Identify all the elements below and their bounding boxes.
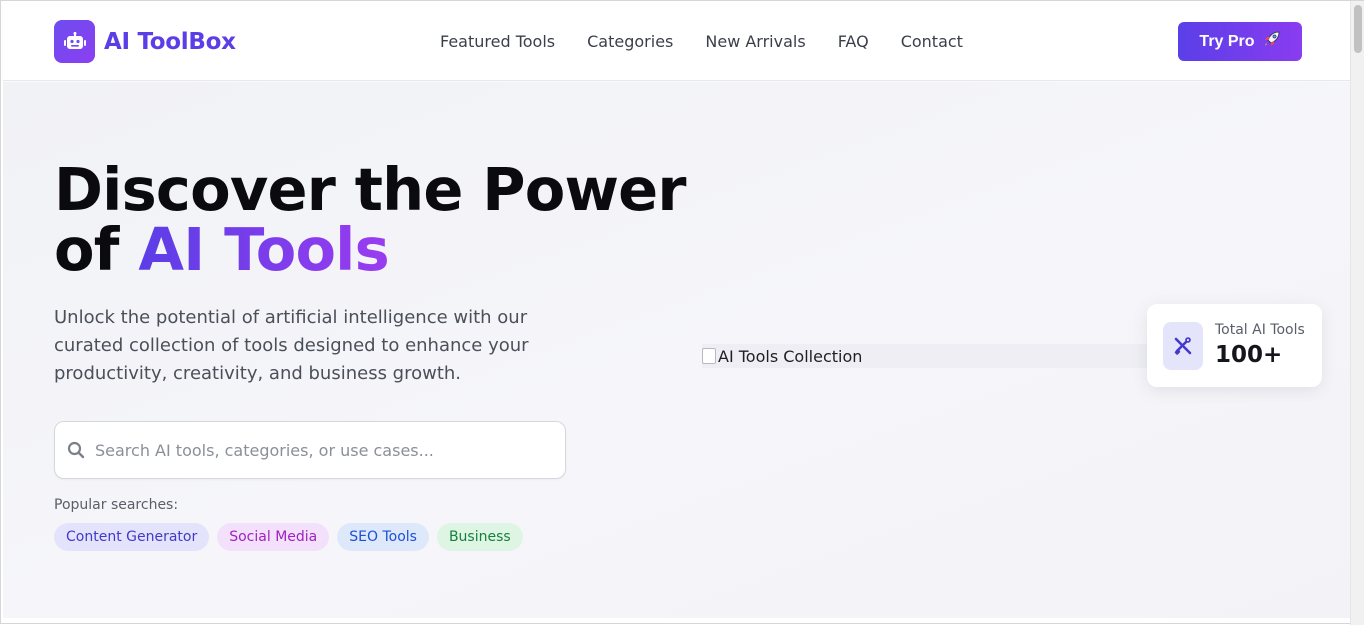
hero-section: Discover the Power of AI Tools Unlock th… (3, 82, 1351, 618)
site-header: AI ToolBox Featured Tools Categories New… (3, 3, 1351, 81)
scrollbar-thumb[interactable] (1354, 5, 1362, 53)
hero-title: Discover the Power of AI Tools (54, 160, 694, 280)
main-nav: Featured Tools Categories New Arrivals F… (440, 32, 963, 51)
stat-card: Total AI Tools 100+ (1147, 304, 1322, 387)
nav-faq[interactable]: FAQ (838, 32, 869, 51)
nav-categories[interactable]: Categories (587, 32, 673, 51)
chip-social-media[interactable]: Social Media (217, 523, 330, 551)
nav-new-arrivals[interactable]: New Arrivals (705, 32, 805, 51)
search-icon (67, 441, 85, 459)
browser-viewport: AI ToolBox Featured Tools Categories New… (0, 0, 1364, 625)
nav-featured-tools[interactable]: Featured Tools (440, 32, 555, 51)
try-pro-label: Try Pro (1199, 32, 1255, 50)
hero-title-line1: Discover the Power (54, 155, 687, 224)
search-box (54, 421, 566, 479)
brand-logo[interactable]: AI ToolBox (54, 20, 236, 63)
hero-image: AI Tools Collection (702, 344, 1162, 368)
try-pro-button[interactable]: Try Pro (1178, 22, 1302, 61)
search-input[interactable] (95, 440, 565, 460)
chip-content-generator[interactable]: Content Generator (54, 523, 210, 551)
nav-contact[interactable]: Contact (901, 32, 963, 51)
popular-search-chips: Content Generator Social Media SEO Tools… (54, 523, 523, 551)
page-scrollbar[interactable] (1350, 1, 1364, 625)
popular-searches-label: Popular searches: (54, 497, 179, 513)
brand-name: AI ToolBox (104, 28, 236, 55)
tools-icon (1163, 322, 1203, 370)
chip-business[interactable]: Business (436, 523, 523, 551)
chip-seo-tools[interactable]: SEO Tools (337, 523, 429, 551)
hero-title-accent: AI Tools (138, 215, 389, 284)
rocket-icon (1263, 30, 1281, 53)
hero-lead: Unlock the potential of artificial intel… (54, 307, 529, 384)
hero-image-alt: AI Tools Collection (718, 346, 863, 366)
hero-title-prefix: of (54, 215, 139, 284)
stat-value: 100+ (1215, 342, 1283, 368)
robot-icon (54, 20, 95, 63)
stat-label: Total AI Tools (1215, 322, 1305, 338)
broken-image-icon (702, 348, 716, 364)
